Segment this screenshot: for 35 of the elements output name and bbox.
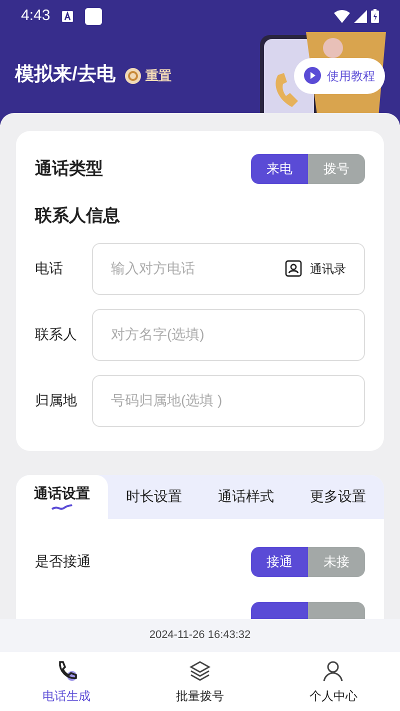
reset-button[interactable]: 重置: [125, 66, 172, 86]
field-label: 归属地: [35, 391, 78, 410]
status-time: 4:43: [21, 6, 50, 26]
input-box[interactable]: 输入对方电话 通讯录: [92, 242, 365, 294]
section-title: 联系人信息: [35, 205, 121, 227]
nav-tab[interactable]: 批量拨号: [133, 652, 267, 711]
input-field[interactable]: 对方名字(选填): [111, 324, 346, 345]
play-icon: [304, 67, 321, 84]
contact-card-icon: [285, 260, 302, 277]
input-field[interactable]: 输入对方电话: [111, 258, 285, 279]
squiggle-icon: [51, 504, 73, 510]
field-label: 电话: [35, 259, 64, 278]
segment-option[interactable]: 接通: [251, 546, 308, 576]
input-box[interactable]: 对方名字(选填): [92, 308, 365, 360]
timestamp: 2024-11-26 16:43:32: [149, 628, 251, 644]
input-box[interactable]: 号码归属地(选填 ): [92, 374, 365, 426]
notification-icon: [85, 8, 102, 25]
section-title: 通话类型: [35, 158, 103, 180]
notification-icon: [62, 10, 74, 22]
contacts-button[interactable]: 通讯录: [285, 260, 346, 278]
segment-option[interactable]: 来电: [251, 154, 308, 184]
refresh-icon: [125, 68, 142, 84]
tutorial-button[interactable]: 使用教程: [294, 58, 385, 94]
layers-icon: [188, 658, 212, 682]
setting-label: 是否接通: [35, 552, 91, 571]
field-label: 联系人: [35, 325, 78, 344]
wifi-icon: [334, 10, 350, 23]
page-title: 模拟来/去电: [15, 62, 116, 88]
nav-tab[interactable]: 个人中心: [266, 652, 400, 711]
person-icon: [321, 658, 346, 682]
battery-icon: [371, 9, 379, 24]
signal-icon: [354, 10, 367, 23]
settings-tab[interactable]: 通话设置: [16, 474, 108, 518]
input-field[interactable]: 号码归属地(选填 ): [111, 390, 346, 411]
nav-tab[interactable]: 电话生成: [0, 652, 134, 711]
